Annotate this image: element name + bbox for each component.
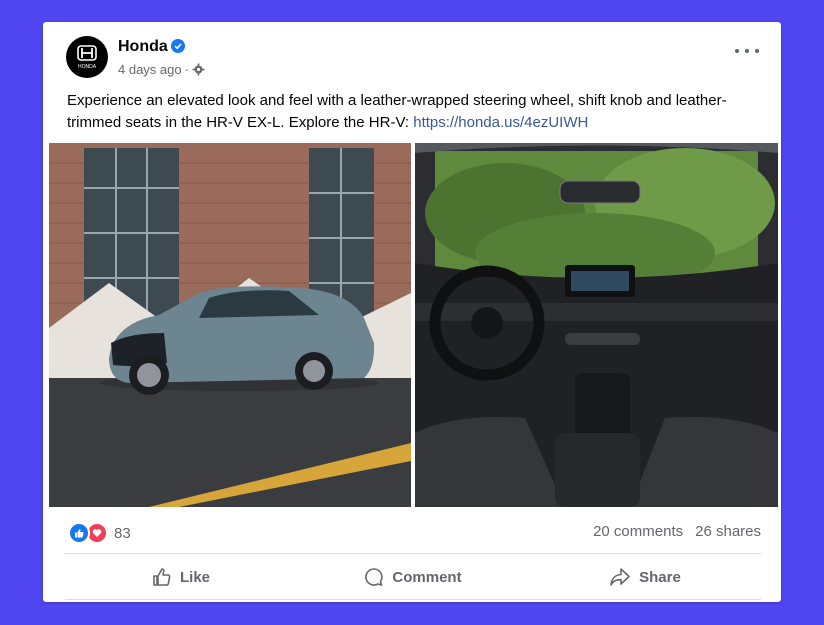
more-options-icon[interactable] <box>735 44 759 58</box>
like-reaction-icon <box>68 522 90 544</box>
post-card: HONDA Honda 4 days ago · Experience an e… <box>43 22 781 602</box>
like-button[interactable]: Like <box>65 555 297 599</box>
like-label: Like <box>179 568 210 586</box>
share-button[interactable]: Share <box>529 555 761 599</box>
post-link[interactable]: https://honda.us/4ezUIWH <box>413 114 588 131</box>
page-avatar[interactable]: HONDA <box>66 36 108 78</box>
photo-exterior[interactable] <box>49 143 411 507</box>
share-icon <box>610 568 630 586</box>
verified-badge-icon <box>171 39 185 53</box>
meta-separator: · <box>184 62 189 77</box>
page-name[interactable]: Honda <box>118 38 168 56</box>
reaction-count: 83 <box>114 524 131 542</box>
thumbs-up-icon <box>153 568 171 586</box>
shares-count[interactable]: 26 shares <box>695 523 761 540</box>
divider <box>65 599 761 600</box>
post-meta: 4 days ago · <box>118 62 205 77</box>
share-label: Share <box>639 568 681 586</box>
post-text: Experience an elevated look and feel wit… <box>67 90 757 134</box>
divider <box>65 553 761 554</box>
post-timestamp[interactable]: 4 days ago <box>118 62 182 77</box>
photo-interior[interactable] <box>415 143 778 507</box>
post-stats: 83 20 comments 26 shares <box>43 507 781 553</box>
comment-button[interactable]: Comment <box>297 555 529 599</box>
comments-count[interactable]: 20 comments <box>593 523 683 540</box>
comment-label: Comment <box>392 568 462 586</box>
globe-settings-icon[interactable] <box>192 63 205 76</box>
action-bar: Like Comment Share <box>65 555 761 599</box>
engagement-counts: 20 comments 26 shares <box>593 523 761 540</box>
avatar-logo-text: HONDA <box>78 64 97 70</box>
post-body: Experience an elevated look and feel wit… <box>67 92 727 131</box>
photo-grid <box>49 143 778 507</box>
comment-icon <box>365 568 384 586</box>
reactions-summary[interactable]: 83 <box>68 522 131 544</box>
